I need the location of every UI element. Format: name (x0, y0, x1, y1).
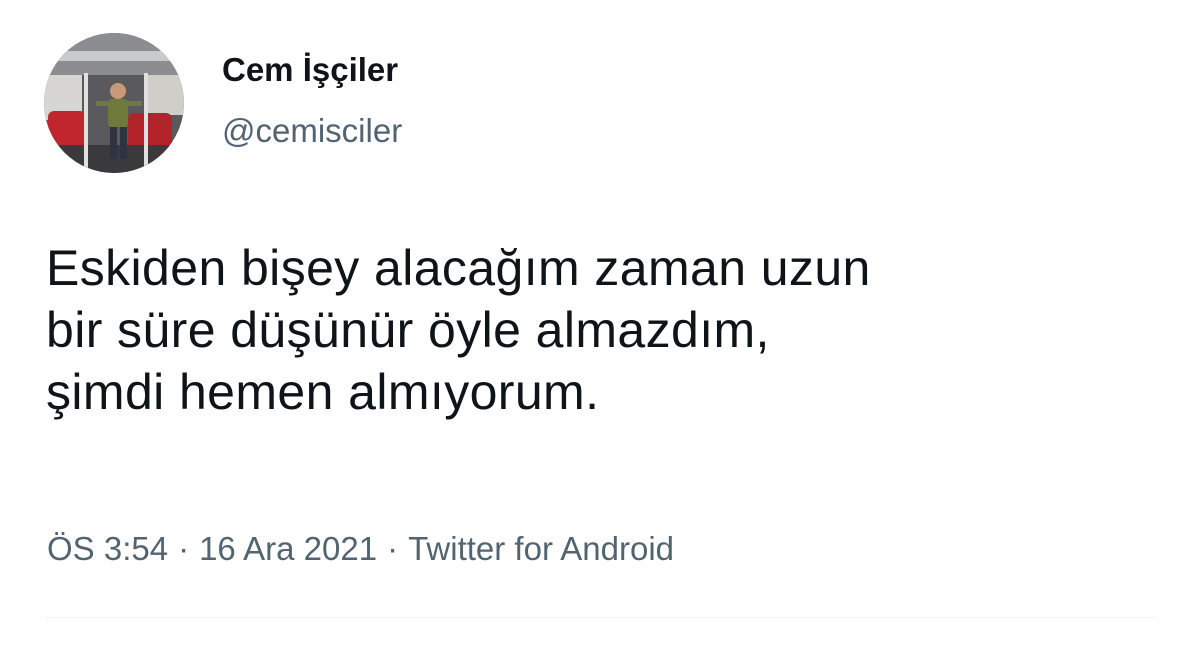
author-handle[interactable]: @cemisciler (222, 111, 402, 151)
meta-separator: · (387, 530, 399, 567)
tweet-date[interactable]: 16 Ara 2021 (199, 530, 377, 567)
tweet-source[interactable]: Twitter for Android (408, 530, 674, 567)
tweet-meta: ÖS 3:54 · 16 Ara 2021 · Twitter for Android (47, 527, 674, 571)
tweet-text-line: bir süre düşünür öyle almazdım, (46, 302, 770, 358)
avatar[interactable] (44, 33, 184, 173)
divider (46, 617, 1156, 618)
tweet-time[interactable]: ÖS 3:54 (47, 530, 168, 567)
tweet-text: Eskiden bişey alacağım zaman uzun bir sü… (46, 237, 1166, 423)
meta-separator: · (178, 530, 190, 567)
tweet-text-line: Eskiden bişey alacağım zaman uzun (46, 240, 871, 296)
tweet-card: Cem İşçiler @cemisciler Eskiden bişey al… (0, 0, 1200, 648)
tweet-text-line: şimdi hemen almıyorum. (46, 364, 600, 420)
author-display-name[interactable]: Cem İşçiler (222, 50, 398, 90)
profile-photo-icon (44, 33, 184, 173)
